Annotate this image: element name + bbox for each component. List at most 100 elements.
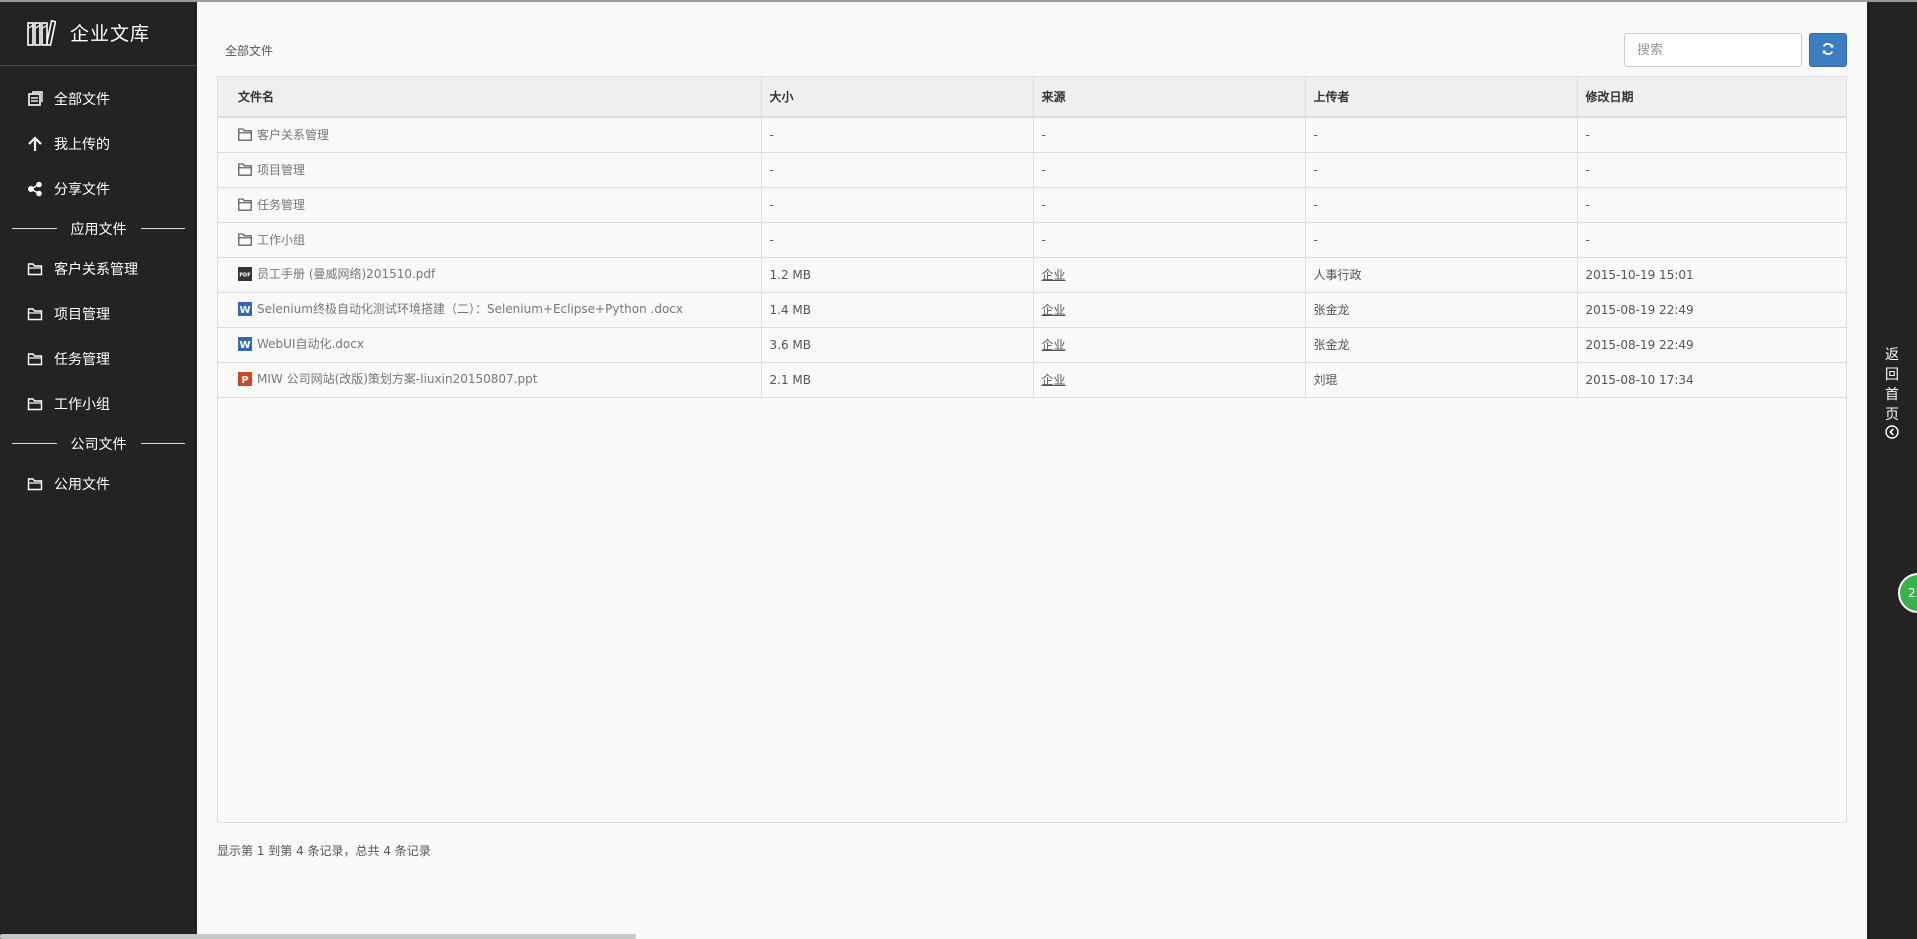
cell-date: -	[1577, 152, 1846, 188]
main-content: 全部文件 文件名 大小 来源 上传者 修改日期	[197, 2, 1867, 939]
section-divider-app: 应用文件	[0, 211, 197, 246]
folder-icon	[238, 232, 252, 246]
refresh-button[interactable]	[1809, 33, 1847, 67]
file-name-link[interactable]: 任务管理	[238, 196, 305, 213]
divider-line	[12, 443, 57, 444]
word-icon: W	[238, 336, 252, 351]
cell-uploader: -	[1305, 117, 1578, 153]
brand[interactable]: 企业文库	[0, 0, 197, 66]
file-name-link[interactable]: W Selenium终极自动化测试环境搭建（二）：Selenium+Eclipse…	[238, 300, 683, 317]
files-icon	[26, 90, 44, 108]
top-border	[0, 0, 1917, 2]
svg-text:W: W	[239, 305, 250, 316]
source-link[interactable]: 企业	[1042, 268, 1066, 282]
sidebar-item-label: 任务管理	[54, 351, 110, 368]
header-filename[interactable]: 文件名	[218, 77, 762, 118]
cell-source: -	[1033, 117, 1306, 153]
arrow-up-icon	[26, 135, 44, 153]
section-divider-company: 公司文件	[0, 426, 197, 461]
word-icon: W	[238, 301, 252, 316]
sidebar-item-task[interactable]: 任务管理	[0, 336, 197, 381]
table-row[interactable]: W Selenium终极自动化测试环境搭建（二）：Selenium+Eclipse…	[218, 292, 1846, 328]
back-home-button[interactable]: 返 回 首 页	[1880, 345, 1904, 445]
cell-date: 2015-08-10 17:34	[1577, 362, 1846, 398]
cell-uploader: 张金龙	[1305, 327, 1578, 363]
sidebar-item-label: 工作小组	[54, 396, 110, 413]
divider-line	[140, 443, 185, 444]
table-row[interactable]: PDF 员工手册 (曼威网络)201510.pdf 1.2 MB 企业 人事行政 …	[218, 257, 1846, 293]
cell-date: 2015-10-19 15:01	[1577, 257, 1846, 293]
folder-icon	[26, 350, 44, 368]
cell-date: 2015-08-19 22:49	[1577, 327, 1846, 363]
svg-text:PDF: PDF	[239, 272, 250, 278]
sidebar-item-label: 客户关系管理	[54, 261, 138, 278]
right-toolbar	[1867, 0, 1917, 939]
svg-text:P: P	[241, 375, 248, 386]
file-name-link[interactable]: W WebUI自动化.docx	[238, 335, 364, 352]
source-link[interactable]: 企业	[1042, 303, 1066, 317]
pagination-info: 显示第 1 到第 4 条记录，总共 4 条记录	[217, 844, 431, 858]
cell-uploader: 人事行政	[1305, 257, 1578, 293]
brand-title: 企业文库	[70, 23, 151, 45]
file-table: 文件名 大小 来源 上传者 修改日期 客户关系管理 - - - - 项目管理 -…	[218, 77, 1846, 398]
cell-size: -	[761, 117, 1034, 153]
breadcrumb: 全部文件	[225, 44, 274, 58]
file-name-link[interactable]: PDF 员工手册 (曼威网络)201510.pdf	[238, 265, 435, 282]
cell-uploader: 刘琨	[1305, 362, 1578, 398]
sidebar-item-label: 全部文件	[54, 91, 110, 108]
table-row[interactable]: 任务管理 - - - -	[218, 187, 1846, 223]
cell-date: -	[1577, 117, 1846, 153]
file-name: 工作小组	[257, 232, 306, 247]
folder-icon	[26, 260, 44, 278]
folder-icon	[238, 197, 252, 211]
cell-size: 3.6 MB	[761, 327, 1034, 363]
source-link[interactable]: 企业	[1042, 338, 1066, 352]
cell-size: -	[761, 187, 1034, 223]
horizontal-scrollbar[interactable]	[0, 934, 636, 939]
cell-date: -	[1577, 222, 1846, 258]
file-name: 员工手册 (曼威网络)201510.pdf	[257, 267, 436, 282]
sidebar: 企业文库 全部文件 我上传的 分享文件 应用文件 客户关系管理 项目管理 任务管…	[0, 0, 197, 939]
search-input[interactable]	[1624, 33, 1802, 67]
sidebar-item-shared[interactable]: 分享文件	[0, 166, 197, 211]
sidebar-item-label: 公用文件	[54, 476, 110, 493]
table-row[interactable]: W WebUI自动化.docx 3.6 MB 企业 张金龙 2015-08-19 …	[218, 327, 1846, 363]
file-name-link[interactable]: 工作小组	[238, 231, 305, 248]
folder-icon	[26, 305, 44, 323]
table-row[interactable]: 客户关系管理 - - - -	[218, 117, 1846, 153]
sidebar-item-label: 我上传的	[54, 136, 110, 153]
table-row[interactable]: 项目管理 - - - -	[218, 152, 1846, 188]
file-name-link[interactable]: 客户关系管理	[238, 126, 329, 143]
file-name: 任务管理	[257, 197, 306, 212]
cell-source: -	[1033, 152, 1306, 188]
share-icon	[26, 180, 44, 198]
cell-uploader: -	[1305, 187, 1578, 223]
file-name: WebUI自动化.docx	[257, 337, 364, 352]
back-home-char: 回	[1885, 367, 1899, 383]
file-name: 客户关系管理	[257, 127, 330, 142]
back-home-char: 页	[1885, 407, 1899, 423]
sidebar-item-workgroup[interactable]: 工作小组	[0, 381, 197, 426]
header-size[interactable]: 大小	[761, 77, 1034, 118]
sidebar-item-all-files[interactable]: 全部文件	[0, 76, 197, 121]
cell-size: 1.4 MB	[761, 292, 1034, 328]
source-link[interactable]: 企业	[1042, 373, 1066, 387]
table-row[interactable]: 工作小组 - - - -	[218, 222, 1846, 258]
table-header-row: 文件名 大小 来源 上传者 修改日期	[218, 77, 1846, 118]
cell-source: -	[1033, 187, 1306, 223]
sidebar-item-my-uploads[interactable]: 我上传的	[0, 121, 197, 166]
header-date[interactable]: 修改日期	[1577, 77, 1846, 118]
header-uploader[interactable]: 上传者	[1305, 77, 1578, 118]
sidebar-item-project[interactable]: 项目管理	[0, 291, 197, 336]
sidebar-item-label: 分享文件	[54, 181, 110, 198]
pdf-icon: PDF	[238, 266, 252, 281]
header-source[interactable]: 来源	[1033, 77, 1306, 118]
table-row[interactable]: P MIW 公司网站(改版)策划方案-liuxin20150807.ppt 2.1…	[218, 362, 1846, 398]
folder-icon	[238, 162, 252, 176]
refresh-icon	[1821, 42, 1835, 59]
file-name-link[interactable]: 项目管理	[238, 161, 305, 178]
sidebar-item-public[interactable]: 公用文件	[0, 461, 197, 506]
sidebar-item-crm[interactable]: 客户关系管理	[0, 246, 197, 291]
file-name-link[interactable]: P MIW 公司网站(改版)策划方案-liuxin20150807.ppt	[238, 370, 537, 387]
books-icon	[26, 18, 57, 48]
